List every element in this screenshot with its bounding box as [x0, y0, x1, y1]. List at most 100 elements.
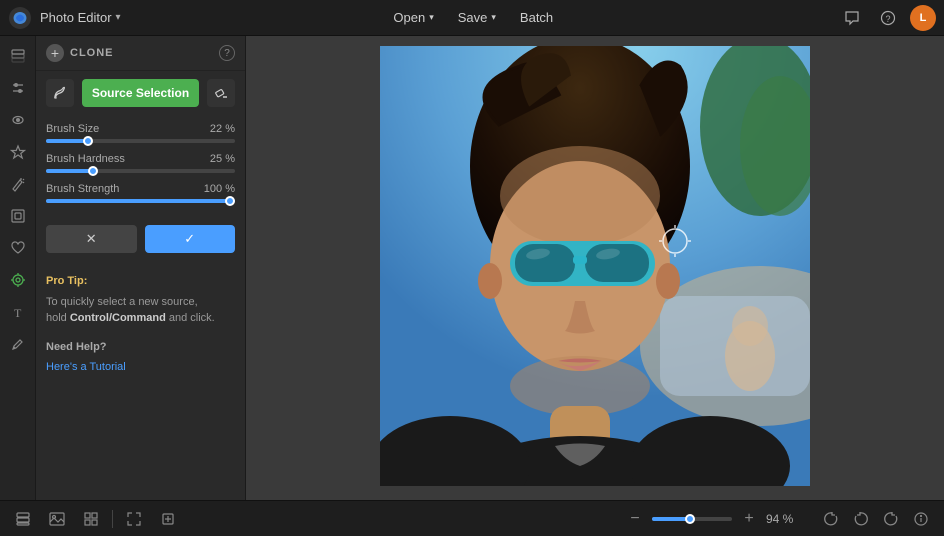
photo-container	[380, 46, 810, 491]
brush-hardness-thumb[interactable]	[88, 166, 98, 176]
panel-header: + CLONE ?	[36, 36, 245, 71]
brush-strength-thumb[interactable]	[225, 196, 235, 206]
brush-strength-value: 100 %	[204, 183, 235, 195]
panel-title: CLONE	[70, 47, 114, 59]
fit-bottom-icon[interactable]	[121, 506, 147, 532]
brush-size-slider-row: Brush Size 22 %	[46, 123, 235, 143]
sidebar-icon-heart[interactable]	[4, 234, 32, 262]
photo-canvas	[380, 46, 810, 486]
open-arrow: ▾	[429, 12, 434, 23]
open-label: Open	[393, 10, 425, 25]
panel-tools: Source Selection	[36, 71, 245, 115]
panel-add-button[interactable]: +	[46, 44, 64, 62]
info-icon[interactable]	[908, 506, 934, 532]
rotate-cw-icon[interactable]	[818, 506, 844, 532]
canvas-area[interactable]	[246, 36, 944, 500]
panel-actions: ✕ ✓	[36, 217, 245, 261]
grid-bottom-icon[interactable]	[78, 506, 104, 532]
panel-tips: Pro Tip: To quickly select a new source,…	[36, 261, 245, 388]
undo-icon[interactable]	[848, 506, 874, 532]
bottom-divider-1	[112, 510, 113, 528]
help-icon-btn[interactable]: ?	[874, 4, 902, 32]
sidebar-icon-pen[interactable]	[4, 330, 32, 358]
zoom-value-label: 94 %	[766, 512, 802, 526]
clone-panel: + CLONE ? Source Selection Brush Size	[36, 36, 246, 500]
save-label: Save	[458, 10, 488, 25]
redo-icon[interactable]	[878, 506, 904, 532]
save-arrow: ▾	[491, 12, 496, 23]
confirm-button[interactable]: ✓	[145, 225, 236, 253]
tip-text-3: and click.	[166, 312, 215, 324]
sidebar-icon-eye[interactable]	[4, 106, 32, 134]
brush-hardness-fill	[46, 169, 93, 173]
pro-tip-label: Pro Tip:	[46, 273, 235, 290]
panel-help-label: ?	[224, 48, 230, 59]
zoom-slider[interactable]	[652, 517, 732, 521]
tip-text-2: hold	[46, 312, 70, 324]
brush-size-thumb[interactable]	[83, 136, 93, 146]
sidebar-icon-magic[interactable]	[4, 170, 32, 198]
tip-text-1: To quickly select a new source,	[46, 296, 198, 308]
app-title[interactable]: Photo Editor ▾	[40, 10, 121, 25]
sidebar-icon-adjust[interactable]	[4, 74, 32, 102]
zoom-plus-label: +	[744, 510, 753, 528]
confirm-icon: ✓	[184, 231, 195, 246]
brush-hardness-value: 25 %	[210, 153, 235, 165]
brush-strength-fill	[46, 199, 235, 203]
open-button[interactable]: Open ▾	[383, 6, 443, 29]
brush-hardness-slider-row: Brush Hardness 25 %	[46, 153, 235, 173]
bottombar: − + 94 %	[0, 500, 944, 536]
sidebar-icon-frame[interactable]	[4, 202, 32, 230]
topbar-center: Open ▾ Save ▾ Batch	[383, 6, 563, 29]
save-button[interactable]: Save ▾	[448, 6, 506, 29]
chat-icon-btn[interactable]	[838, 4, 866, 32]
brush-hardness-label: Brush Hardness	[46, 153, 125, 165]
sidebar-icon-layers[interactable]	[4, 42, 32, 70]
image-bottom-icon[interactable]	[44, 506, 70, 532]
app-title-text: Photo Editor	[40, 10, 112, 25]
zoom-controls: − + 94 %	[624, 508, 802, 530]
batch-button[interactable]: Batch	[510, 6, 563, 29]
cancel-icon: ✕	[86, 231, 97, 246]
brush-hardness-track[interactable]	[46, 169, 235, 173]
sidebar-icon-star[interactable]	[4, 138, 32, 166]
source-selection-label: Source Selection	[92, 86, 189, 100]
zoom-fit-icon[interactable]	[155, 506, 181, 532]
topbar-right: ? L	[838, 4, 936, 32]
zoom-minus-label: −	[630, 510, 639, 528]
sidebar-icon-text[interactable]: T	[4, 298, 32, 326]
panel-help-button[interactable]: ?	[219, 45, 235, 61]
panel-header-left: + CLONE	[46, 44, 114, 62]
brush-strength-track[interactable]	[46, 199, 235, 203]
zoom-minus-button[interactable]: −	[624, 508, 646, 530]
icon-sidebar: T	[0, 36, 36, 500]
brush-strength-slider-row: Brush Strength 100 %	[46, 183, 235, 203]
brush-size-label: Brush Size	[46, 123, 99, 135]
brush-strength-label: Brush Strength	[46, 183, 119, 195]
batch-label: Batch	[520, 10, 553, 25]
brush-size-track[interactable]	[46, 139, 235, 143]
tip-bold: Control/Command	[70, 312, 166, 324]
user-avatar[interactable]: L	[910, 5, 936, 31]
panel-sliders: Brush Size 22 % Brush Hardness 25 %	[36, 115, 245, 217]
layers-bottom-icon[interactable]	[10, 506, 36, 532]
zoom-thumb[interactable]	[685, 514, 695, 524]
brush-size-value: 22 %	[210, 123, 235, 135]
zoom-plus-button[interactable]: +	[738, 508, 760, 530]
brush-size-fill	[46, 139, 88, 143]
sidebar-icon-clone[interactable]	[4, 266, 32, 294]
app-title-chevron: ▾	[116, 12, 121, 23]
svg-text:?: ?	[885, 14, 890, 24]
cancel-button[interactable]: ✕	[46, 225, 137, 253]
source-selection-button[interactable]: Source Selection	[82, 79, 199, 107]
brush-tool-button[interactable]	[46, 79, 74, 107]
main-area: T + CLONE ? Source Selection	[0, 36, 944, 500]
tip-text: To quickly select a new source, hold Con…	[46, 294, 235, 327]
need-help-label: Need Help?	[46, 339, 235, 356]
bottom-right-icons	[818, 506, 934, 532]
erase-button[interactable]	[207, 79, 235, 107]
user-initials: L	[920, 12, 927, 24]
svg-text:T: T	[14, 306, 22, 320]
tutorial-link[interactable]: Here's a Tutorial	[46, 361, 126, 373]
app-logo	[8, 6, 32, 30]
